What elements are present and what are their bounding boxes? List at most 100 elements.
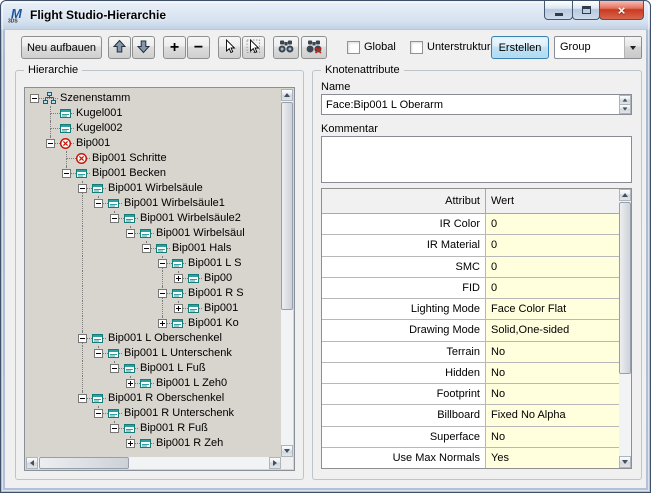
dropdown-arrow-button[interactable] (624, 37, 641, 58)
collapse-toggle[interactable] (78, 394, 87, 403)
collapse-toggle[interactable] (110, 364, 119, 373)
tree-item[interactable]: Bip001 Becken (26, 166, 281, 181)
vertical-scroll-thumb[interactable] (281, 102, 293, 310)
collapse-toggle[interactable] (46, 139, 55, 148)
tree-item[interactable]: Bip001 Wirbelsäul (26, 226, 281, 241)
attribute-row[interactable]: Billboard Fixed No Alpha (322, 405, 619, 427)
collapse-toggle[interactable] (94, 349, 103, 358)
collapse-toggle[interactable] (30, 94, 39, 103)
expand-toggle[interactable] (126, 439, 135, 448)
name-input[interactable] (321, 94, 632, 115)
tree-item[interactable]: Bip001 Wirbelsäule2 (26, 211, 281, 226)
collapse-toggle[interactable] (94, 199, 103, 208)
scroll-right-button[interactable] (269, 457, 281, 469)
attribute-value[interactable]: Yes (486, 447, 619, 468)
tree-item[interactable]: Bip001 R S (26, 286, 281, 301)
attribute-row[interactable]: FID 0 (322, 277, 619, 299)
scroll-up-button[interactable] (281, 89, 293, 101)
attribute-value[interactable]: Fixed No Alpha (486, 405, 619, 426)
attribute-row[interactable]: Hidden No (322, 362, 619, 384)
tree-item[interactable]: Bip001 R Unterschenk (26, 406, 281, 421)
move-up-button[interactable] (108, 36, 131, 59)
tree-item[interactable]: Szenenstamm (26, 91, 281, 106)
comment-input[interactable] (321, 136, 632, 183)
hierarchy-tree[interactable]: Szenenstamm Kugel001 Kugel002 Bip001 Bip001 … (24, 87, 295, 471)
attribute-value[interactable]: No (486, 384, 619, 405)
collapse-toggle[interactable] (78, 334, 87, 343)
scroll-up-button[interactable] (619, 189, 631, 201)
collapse-toggle[interactable] (126, 229, 135, 238)
tree-item[interactable]: Bip001 L Oberschenkel (26, 331, 281, 346)
collapse-toggle[interactable] (110, 424, 119, 433)
move-down-button[interactable] (132, 36, 155, 59)
attribute-value[interactable]: Face Color Flat (486, 299, 619, 320)
tree-item[interactable]: Bip001 Wirbelsäule1 (26, 196, 281, 211)
tree-item[interactable]: Bip001 Schritte (26, 151, 281, 166)
collapse-toggle[interactable] (78, 184, 87, 193)
tree-item[interactable]: Bip001 R Oberschenkel (26, 391, 281, 406)
tree-item[interactable]: Bip001 L Fuß (26, 361, 281, 376)
tree-item[interactable]: Bip001 Wirbelsäule (26, 181, 281, 196)
attribute-row[interactable]: Footprint No (322, 384, 619, 406)
attribute-row[interactable]: Use Max Normals Yes (322, 447, 619, 468)
attribute-row[interactable]: IR Color 0 (322, 214, 619, 236)
tree-item[interactable]: Bip001 L Unterschenk (26, 346, 281, 361)
attribute-value[interactable]: Solid,One-sided (486, 320, 619, 341)
collapse-toggle[interactable] (62, 169, 71, 178)
attribute-value[interactable]: 0 (486, 235, 619, 256)
group-combobox[interactable]: Group (554, 36, 642, 59)
collapse-toggle[interactable] (94, 409, 103, 418)
tree-vertical-scrollbar[interactable] (281, 89, 293, 457)
global-checkbox[interactable]: Global (347, 39, 396, 55)
attribute-value[interactable]: No (486, 426, 619, 447)
attribute-row[interactable]: IR Material 0 (322, 235, 619, 257)
expand-toggle[interactable] (174, 274, 183, 283)
tree-item[interactable]: Bip001 (26, 136, 281, 151)
scroll-down-button[interactable] (619, 456, 631, 468)
attribute-value[interactable]: No (486, 362, 619, 383)
tree-content[interactable]: Szenenstamm Kugel001 Kugel002 Bip001 Bip001 … (26, 89, 281, 457)
expand-button[interactable]: + (163, 36, 186, 59)
expand-toggle[interactable] (126, 379, 135, 388)
rebuild-button[interactable]: Neu aufbauen (21, 36, 102, 59)
attribute-value[interactable]: 0 (486, 214, 619, 235)
checkbox-box[interactable] (410, 40, 423, 54)
attribute-value[interactable]: No (486, 341, 619, 362)
checkbox-box[interactable] (347, 40, 360, 54)
attribute-value[interactable]: 0 (486, 256, 619, 277)
expand-toggle[interactable] (158, 319, 167, 328)
attribute-row[interactable]: Lighting Mode Face Color Flat (322, 299, 619, 321)
tree-item[interactable]: Bip00 (26, 271, 281, 286)
create-button[interactable]: Erstellen (491, 36, 549, 59)
tree-horizontal-scrollbar[interactable] (26, 457, 281, 469)
tree-item[interactable]: Bip001 Hals (26, 241, 281, 256)
substructure-checkbox[interactable]: Unterstruktur (410, 39, 491, 55)
collapse-button[interactable]: − (187, 36, 210, 59)
attribute-row[interactable]: Terrain No (322, 341, 619, 363)
tree-item[interactable]: Bip001 R Zeh (26, 436, 281, 451)
select-node-button[interactable] (218, 36, 241, 59)
select-branch-button[interactable] (242, 36, 265, 59)
tree-item[interactable]: Bip001 L Zeh0 (26, 376, 281, 391)
tree-item[interactable]: Bip001 (26, 301, 281, 316)
tree-item[interactable]: Kugel001 (26, 106, 281, 121)
collapse-toggle[interactable] (110, 214, 119, 223)
scroll-left-button[interactable] (26, 457, 38, 469)
horizontal-scroll-thumb[interactable] (39, 457, 129, 469)
attribute-row[interactable]: Drawing Mode Solid,One-sided (322, 320, 619, 342)
minimize-button[interactable] (544, 1, 573, 20)
search-cancel-button[interactable] (301, 36, 327, 59)
tree-item[interactable]: Bip001 L S (26, 256, 281, 271)
attribute-row[interactable]: SMC 0 (322, 256, 619, 278)
expand-toggle[interactable] (174, 304, 183, 313)
collapse-toggle[interactable] (158, 259, 167, 268)
tree-item[interactable]: Bip001 Ko (26, 316, 281, 331)
scroll-down-button[interactable] (281, 445, 293, 457)
tree-item[interactable]: Bip001 R Fuß (26, 421, 281, 436)
vertical-scroll-thumb[interactable] (619, 202, 631, 374)
collapse-toggle[interactable] (158, 289, 167, 298)
attribute-row[interactable]: Superface No (322, 426, 619, 448)
attribute-value[interactable]: 0 (486, 277, 619, 298)
collapse-toggle[interactable] (142, 244, 151, 253)
search-button[interactable] (273, 36, 299, 59)
